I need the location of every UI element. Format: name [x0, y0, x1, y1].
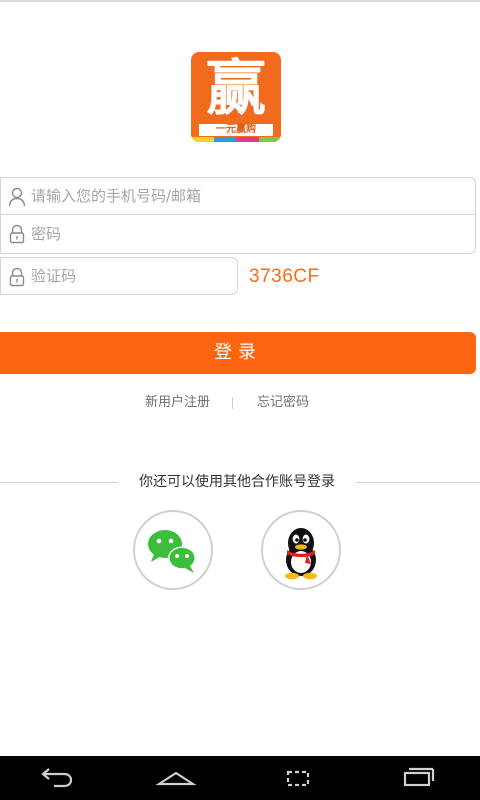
status-divider	[0, 0, 480, 2]
account-links: 新用户注册 忘记密码	[0, 393, 480, 413]
qq-login-button[interactable]	[261, 510, 341, 590]
wechat-icon	[148, 530, 196, 573]
logo-character: 赢	[206, 54, 266, 124]
captcha-input[interactable]	[31, 258, 231, 294]
qq-icon	[285, 528, 317, 580]
wechat-login-button[interactable]	[133, 510, 213, 590]
register-link[interactable]: 新用户注册	[145, 393, 210, 413]
captcha-code[interactable]: 3736CF	[249, 264, 320, 290]
user-icon	[8, 187, 26, 207]
recents-icon[interactable]	[276, 764, 320, 792]
captcha-field[interactable]	[0, 257, 238, 295]
login-button[interactable]: 登录	[0, 332, 476, 374]
username-field[interactable]	[0, 177, 476, 215]
menu-icon[interactable]	[396, 764, 440, 792]
logo-stripe	[191, 137, 281, 142]
lock-icon	[9, 224, 25, 244]
links-divider	[232, 397, 233, 409]
divider-line-right	[356, 482, 480, 483]
app-logo: 赢 一元赢购	[191, 52, 281, 142]
username-input[interactable]	[31, 178, 461, 214]
home-icon[interactable]	[154, 764, 198, 792]
divider-line-left	[0, 482, 118, 483]
logo-subtitle: 一元赢购	[199, 124, 273, 136]
system-navigation-bar	[0, 756, 480, 800]
forgot-password-link[interactable]: 忘记密码	[257, 393, 309, 413]
back-icon[interactable]	[34, 764, 78, 792]
lock-icon	[9, 267, 25, 287]
login-screen: 赢 一元赢购 3736CF 登录	[0, 0, 480, 800]
password-input[interactable]	[31, 215, 461, 253]
other-login-label: 你还可以使用其他合作账号登录	[139, 474, 335, 490]
password-field[interactable]	[0, 214, 476, 254]
